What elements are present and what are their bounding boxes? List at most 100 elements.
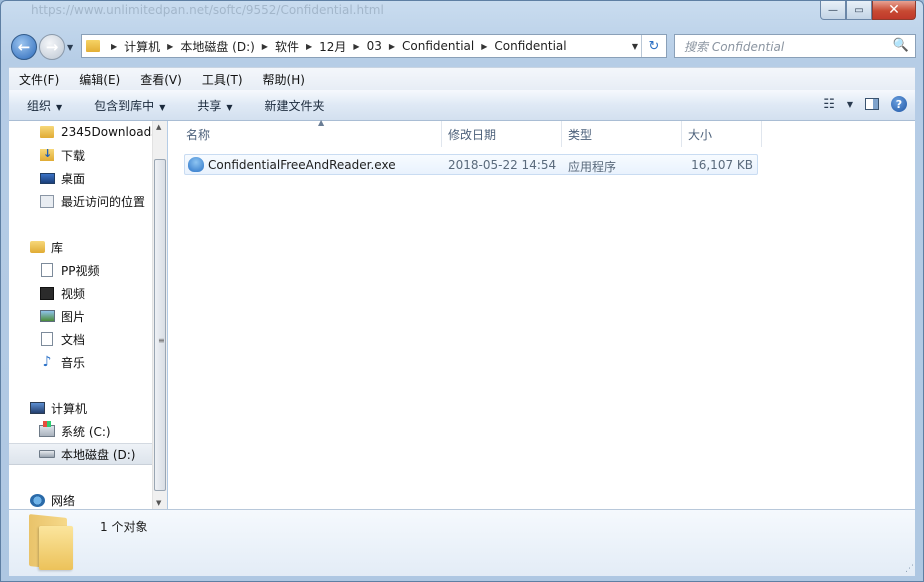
menu-view[interactable]: 查看(V) (130, 71, 192, 88)
desktop-icon (39, 171, 55, 185)
computer-icon (29, 401, 45, 415)
nav-item-label: PP视频 (61, 263, 100, 278)
pp-video-icon (39, 263, 55, 277)
recent-pages-dropdown-icon[interactable]: ▼ (67, 43, 73, 52)
breadcrumb-item-computer[interactable]: 计算机 (124, 38, 160, 55)
column-header-label: 修改日期 (448, 127, 497, 142)
view-dropdown-icon[interactable]: ▼ (847, 100, 853, 109)
nav-item-pp-video[interactable]: PP视频 (9, 259, 152, 281)
recent-places-icon (39, 194, 55, 208)
close-button[interactable]: ✕ (872, 1, 916, 20)
menu-bar: 文件(F) 编辑(E) 查看(V) 工具(T) 帮助(H) (9, 67, 915, 90)
chevron-down-icon: ▼ (56, 102, 63, 112)
chevron-right-icon[interactable]: ▶ (306, 42, 312, 51)
organize-button[interactable]: 组织 ▼ (9, 97, 76, 114)
maximize-button[interactable]: ▭ (846, 1, 872, 20)
file-name: ConfidentialFreeAndReader.exe (208, 158, 396, 172)
column-header-type[interactable]: 类型 (562, 121, 682, 147)
menu-edit[interactable]: 编辑(E) (69, 71, 130, 88)
nav-item-music[interactable]: ♪ 音乐 (9, 351, 152, 373)
nav-item-system-drive[interactable]: 系统 (C:) (9, 420, 152, 442)
organize-label: 组织 (27, 98, 52, 113)
nav-item-label: 下载 (61, 148, 86, 163)
breadcrumb-item-03[interactable]: 03 (367, 39, 382, 53)
nav-item-label: 本地磁盘 (D:) (61, 447, 136, 462)
chevron-down-icon: ▼ (226, 102, 233, 112)
item-count: 1 个对象 (100, 520, 148, 534)
help-icon[interactable]: ? (891, 96, 907, 112)
share-button[interactable]: 共享 ▼ (179, 97, 246, 114)
include-in-library-button[interactable]: 包含到库中 ▼ (76, 97, 179, 114)
network-icon (29, 493, 45, 507)
change-view-icon[interactable]: ☷ (823, 97, 835, 112)
table-row[interactable]: ConfidentialFreeAndReader.exe 2018-05-22… (184, 154, 758, 175)
breadcrumb-item-software[interactable]: 软件 (275, 38, 299, 55)
nav-item-label: 2345Downloads (61, 125, 152, 139)
file-type: 应用程序 (568, 160, 617, 174)
nav-item-network[interactable]: 网络 (9, 489, 152, 509)
menu-tools[interactable]: 工具(T) (192, 71, 253, 88)
navigation-pane-scrollbar[interactable]: ▲ ≡ ▼ (152, 121, 167, 509)
scrollbar-thumb[interactable]: ≡ (154, 159, 166, 491)
grip-icon: ≡ (158, 336, 165, 345)
column-header-name[interactable]: 名称 ▲ (180, 118, 442, 147)
search-input[interactable]: 搜索 Confidential 🔍 (674, 34, 916, 58)
chevron-down-icon: ▼ (159, 102, 166, 112)
column-header-label: 类型 (568, 127, 593, 142)
chevron-right-icon[interactable]: ▶ (167, 42, 173, 51)
pictures-icon (39, 309, 55, 323)
column-header-modified[interactable]: 修改日期 (442, 121, 562, 147)
window-title: https://www.unlimitedpan.net/softc/9552/… (31, 3, 384, 17)
breadcrumb-item-drive-d[interactable]: 本地磁盘 (D:) (180, 38, 254, 55)
folder-icon (39, 125, 55, 139)
back-button[interactable]: ← (11, 34, 37, 60)
column-header-size[interactable]: 大小 (682, 121, 762, 147)
preview-pane-icon[interactable] (865, 98, 879, 110)
chevron-right-icon[interactable]: ▶ (353, 42, 359, 51)
chevron-right-icon[interactable]: ▶ (111, 42, 117, 51)
libraries-icon (29, 240, 45, 254)
scroll-down-icon[interactable]: ▼ (156, 499, 161, 507)
search-icon[interactable]: 🔍 (893, 38, 909, 53)
nav-item-label: 文档 (61, 332, 86, 347)
nav-item-local-drive-d[interactable]: 本地磁盘 (D:) (9, 443, 152, 465)
minimize-button[interactable]: — (820, 1, 846, 20)
address-dropdown-icon[interactable]: ▼ (632, 42, 638, 51)
nav-item-documents[interactable]: 文档 (9, 328, 152, 350)
chevron-right-icon[interactable]: ▶ (481, 42, 487, 51)
file-modified: 2018-05-22 14:54 (448, 158, 557, 172)
downloads-icon (39, 147, 55, 162)
nav-item-label: 图片 (61, 309, 86, 324)
breadcrumb: ▶ 计算机 ▶ 本地磁盘 (D:) ▶ 软件 ▶ 12月 ▶ 03 ▶ Conf… (104, 38, 567, 55)
breadcrumb-item-confidential-current[interactable]: Confidential (494, 39, 566, 53)
chevron-right-icon[interactable]: ▶ (262, 42, 268, 51)
refresh-button[interactable]: ↻ (641, 35, 666, 57)
nav-item-2345downloads[interactable]: 2345Downloads (9, 121, 152, 143)
breadcrumb-item-december[interactable]: 12月 (319, 38, 346, 55)
resize-grip-icon[interactable]: ⋰ (905, 564, 914, 574)
new-folder-button[interactable]: 新建文件夹 (247, 97, 339, 114)
nav-item-videos[interactable]: 视频 (9, 282, 152, 304)
scroll-up-icon[interactable]: ▲ (156, 123, 161, 131)
breadcrumb-item-confidential[interactable]: Confidential (402, 39, 474, 53)
title-bar[interactable]: https://www.unlimitedpan.net/softc/9552/… (1, 1, 923, 27)
file-size: 16,107 KB (691, 158, 753, 172)
nav-item-computer[interactable]: 计算机 (9, 397, 152, 419)
application-icon (188, 157, 204, 172)
nav-item-downloads[interactable]: 下载 (9, 144, 152, 166)
menu-file[interactable]: 文件(F) (9, 71, 69, 88)
forward-button[interactable]: → (39, 34, 65, 60)
nav-item-libraries[interactable]: 库 (9, 236, 152, 258)
navigation-pane: 2345Downloads 下载 桌面 最近访问的位置 库 PP视频 视频 (9, 121, 152, 509)
nav-item-label: 网络 (51, 493, 76, 508)
nav-item-recent-places[interactable]: 最近访问的位置 (9, 190, 152, 212)
nav-item-label: 系统 (C:) (61, 424, 111, 439)
nav-item-desktop[interactable]: 桌面 (9, 167, 152, 189)
nav-item-pictures[interactable]: 图片 (9, 305, 152, 327)
menu-help[interactable]: 帮助(H) (253, 71, 315, 88)
command-bar: 组织 ▼ 包含到库中 ▼ 共享 ▼ 新建文件夹 ☷ ▼ ? (9, 90, 915, 121)
details-pane: 1 个对象 ⋰ (9, 509, 915, 576)
explorer-window: https://www.unlimitedpan.net/softc/9552/… (0, 0, 924, 582)
address-bar[interactable]: ▶ 计算机 ▶ 本地磁盘 (D:) ▶ 软件 ▶ 12月 ▶ 03 ▶ Conf… (81, 34, 667, 58)
chevron-right-icon[interactable]: ▶ (389, 42, 395, 51)
